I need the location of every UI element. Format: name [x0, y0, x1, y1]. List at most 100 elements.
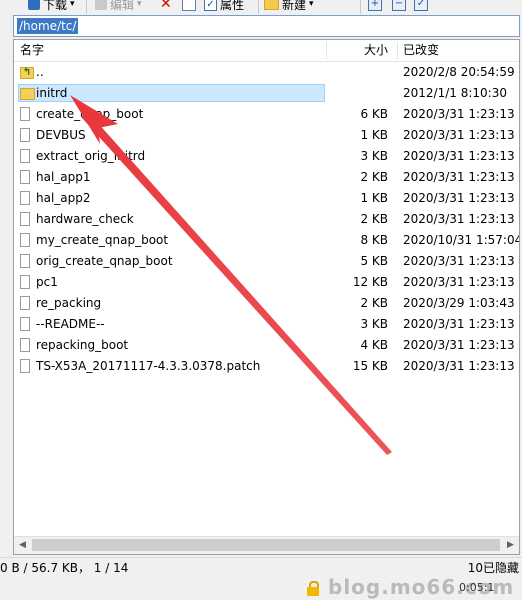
file-icon: [20, 191, 30, 205]
file-name: initrd: [36, 86, 68, 100]
sort-ascending-icon: ^: [168, 39, 177, 47]
file-name: repacking_boot: [36, 338, 129, 352]
column-header: 名字 ^ 大小 已改变: [14, 40, 519, 62]
lock-icon: [307, 581, 319, 596]
column-name[interactable]: 名字: [20, 40, 44, 61]
file-row[interactable]: re_packing 2 KB 2020/3/29 1:03:43: [14, 293, 519, 314]
file-row[interactable]: --README-- 3 KB 2020/3/31 1:23:13: [14, 314, 519, 335]
file-modified: 2020/3/31 1:23:13: [403, 149, 515, 163]
file-size: 1 KB: [360, 128, 388, 142]
file-modified: 2020/3/31 1:23:13: [403, 191, 515, 205]
file-name: create_qnap_boot: [36, 107, 144, 121]
delete-icon: ✕: [160, 0, 172, 12]
column-divider[interactable]: [326, 42, 327, 59]
file-name: DEVBUS: [36, 128, 86, 142]
check-icon: ✓: [414, 0, 428, 11]
file-row[interactable]: initrd 2012/1/1 8:10:30: [14, 83, 519, 104]
file-modified: 2020/3/31 1:23:13: [403, 338, 515, 352]
column-modified[interactable]: 已改变: [403, 40, 439, 61]
file-row[interactable]: pc1 12 KB 2020/3/31 1:23:13: [14, 272, 519, 293]
file-icon: [20, 233, 30, 247]
path-text: /home/tc/: [17, 18, 79, 34]
connection-bar: blog.mo66.com 0:05:1: [0, 578, 522, 600]
new-button[interactable]: 新建 ▾: [264, 0, 314, 13]
file-list[interactable]: 名字 ^ 大小 已改变 ↰.. 2020/2/8 20:54:59 initrd 20…: [13, 39, 520, 555]
select-button[interactable]: ✓: [414, 0, 432, 13]
file-icon: [20, 149, 30, 163]
file-name: TS-X53A_20171117-4.3.3.0378.patch: [36, 359, 261, 373]
path-field[interactable]: /home/tc/: [13, 15, 520, 37]
file-row[interactable]: hal_app2 1 KB 2020/3/31 1:23:13: [14, 188, 519, 209]
file-icon: [20, 338, 30, 352]
toolbar-divider: [86, 0, 87, 14]
file-row[interactable]: hardware_check 2 KB 2020/3/31 1:23:13: [14, 209, 519, 230]
new-folder-icon: [264, 0, 279, 10]
edit-icon: [95, 0, 107, 10]
column-size[interactable]: 大小: [364, 40, 388, 61]
expand-button[interactable]: +: [368, 0, 386, 13]
file-name: extract_orig_initrd: [36, 149, 146, 163]
file-size: 12 KB: [352, 275, 388, 289]
file-name: ..: [36, 65, 44, 79]
file-size: 6 KB: [360, 107, 388, 121]
session-time: 0:05:1: [459, 581, 495, 594]
collapse-button[interactable]: −: [392, 0, 410, 13]
horizontal-scrollbar[interactable]: ◀ ▶: [14, 536, 519, 554]
file-size: 15 KB: [352, 359, 388, 373]
file-icon: [20, 317, 30, 331]
file-row[interactable]: TS-X53A_20171117-4.3.3.0378.patch 15 KB 20…: [14, 356, 519, 377]
file-modified: 2020/3/31 1:23:13: [403, 359, 515, 373]
chevron-down-icon: ▾: [70, 0, 75, 9]
file-modified: 2020/3/31 1:23:13: [403, 275, 515, 289]
file-icon: [20, 275, 30, 289]
rename-button[interactable]: [182, 0, 199, 13]
file-row[interactable]: orig_create_qnap_boot 5 KB 2020/3/31 1:23:…: [14, 251, 519, 272]
file-name: my_create_qnap_boot: [36, 233, 169, 247]
file-icon: [20, 170, 30, 184]
delete-button[interactable]: ✕: [160, 0, 174, 13]
file-row[interactable]: create_qnap_boot 6 KB 2020/3/31 1:23:13: [14, 104, 519, 125]
file-row[interactable]: DEVBUS 1 KB 2020/3/31 1:23:13: [14, 125, 519, 146]
file-modified: 2020/2/8 20:54:59: [403, 65, 515, 79]
download-label: 下载: [43, 0, 68, 12]
column-divider[interactable]: [397, 42, 398, 59]
new-label: 新建: [282, 0, 307, 12]
file-row[interactable]: hal_app1 2 KB 2020/3/31 1:23:13: [14, 167, 519, 188]
file-size: 2 KB: [360, 296, 388, 310]
edit-button[interactable]: 编辑 ▾: [95, 0, 142, 13]
file-row[interactable]: ↰.. 2020/2/8 20:54:59: [14, 62, 519, 83]
file-name: pc1: [36, 275, 58, 289]
file-row[interactable]: my_create_qnap_boot 8 KB 2020/10/31 1:57:0…: [14, 230, 519, 251]
file-modified: 2020/3/31 1:23:13: [403, 170, 515, 184]
download-button[interactable]: 下载 ▾: [28, 0, 75, 13]
rename-icon: [182, 0, 196, 11]
parent-folder-icon: ↰: [20, 67, 34, 79]
file-modified: 2012/1/1 8:10:30: [403, 86, 507, 100]
toolbar-divider: [360, 0, 361, 14]
edit-label: 编辑: [110, 0, 135, 12]
file-row[interactable]: extract_orig_initrd 3 KB 2020/3/31 1:23:13: [14, 146, 519, 167]
file-name: --README--: [36, 317, 105, 331]
scroll-left-icon[interactable]: ◀: [14, 537, 31, 554]
row-highlight: [18, 63, 325, 81]
file-icon: [20, 254, 30, 268]
file-modified: 2020/3/29 1:03:43: [403, 296, 515, 310]
row-highlight: [18, 273, 325, 291]
file-modified: 2020/3/31 1:23:13: [403, 107, 515, 121]
file-icon: [20, 107, 30, 121]
download-icon: [28, 0, 40, 10]
file-size: 8 KB: [360, 233, 388, 247]
minus-icon: −: [392, 0, 406, 11]
scroll-right-icon[interactable]: ▶: [502, 537, 519, 554]
chevron-down-icon: ▾: [137, 0, 142, 9]
selection-status: 0 B / 56.7 KB， 1 / 14: [0, 561, 129, 575]
file-modified: 2020/3/31 1:23:13: [403, 317, 515, 331]
file-row[interactable]: repacking_boot 4 KB 2020/3/31 1:23:13: [14, 335, 519, 356]
file-modified: 2020/10/31 1:57:04: [403, 233, 520, 247]
properties-button[interactable]: ✓ 属性: [204, 0, 244, 13]
properties-label: 属性: [220, 0, 245, 12]
file-modified: 2020/3/31 1:23:13: [403, 254, 515, 268]
scrollbar-thumb[interactable]: [32, 539, 500, 551]
properties-icon: ✓: [204, 0, 217, 11]
file-name: hardware_check: [36, 212, 134, 226]
